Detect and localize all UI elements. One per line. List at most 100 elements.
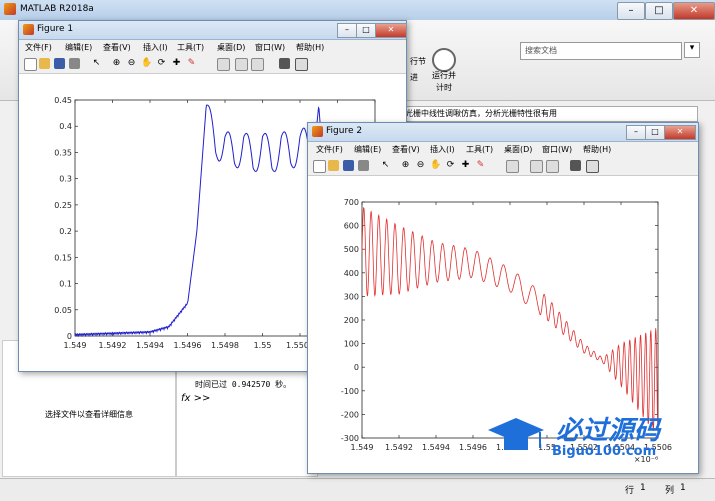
- select-arrow-icon[interactable]: ↖: [91, 58, 102, 69]
- figure1-toolbar: ↖ ⊕ ⊖ ✋ ⟳ ✚ ✎: [19, 55, 406, 74]
- new-figure-icon[interactable]: [24, 58, 37, 71]
- figure1-title-bar[interactable]: Figure 1 – □ ✕: [19, 21, 407, 40]
- current-folder-bar[interactable]: 光栅中线性调啾仿真，分析光栅特性很有用: [400, 106, 698, 122]
- command-window[interactable]: 时间已过 0.942570 秒。 fx >>: [176, 370, 318, 477]
- colorbar-icon[interactable]: [530, 160, 543, 173]
- link-plot-icon[interactable]: [506, 160, 519, 173]
- search-input[interactable]: 搜索文档: [520, 42, 682, 60]
- matlab-logo-icon: [4, 3, 16, 15]
- menu-view[interactable]: 查看(V): [392, 144, 420, 155]
- show-tools-icon[interactable]: [586, 160, 599, 173]
- watermark-text: 必过源码: [556, 416, 661, 446]
- menu-tools[interactable]: 工具(T): [466, 144, 493, 155]
- y-tick-label: -300: [341, 434, 359, 443]
- y-tick-label: 200: [344, 316, 359, 325]
- figure-icon: [23, 24, 34, 35]
- figure2-title: Figure 2: [326, 126, 363, 136]
- filter-icon[interactable]: ▾: [684, 42, 700, 58]
- zoom-out-icon[interactable]: ⊖: [126, 58, 137, 69]
- save-icon[interactable]: [54, 58, 65, 69]
- row-value: 1: [640, 483, 646, 493]
- maximize-icon[interactable]: □: [356, 23, 376, 38]
- menu-edit[interactable]: 编辑(E): [354, 144, 381, 155]
- main-window-title: MATLAB R2018a: [20, 4, 94, 14]
- figure2-title-bar[interactable]: Figure 2 – □ ✕: [308, 123, 698, 142]
- open-icon[interactable]: [39, 58, 50, 69]
- y-tick-label: 0.1: [59, 280, 72, 289]
- maximize-icon[interactable]: □: [645, 2, 673, 20]
- menu-insert[interactable]: 插入(I): [143, 42, 168, 53]
- command-output: 时间已过 0.942570 秒。: [195, 380, 292, 389]
- menu-file[interactable]: 文件(F): [316, 144, 343, 155]
- run-and-time-icon[interactable]: [432, 48, 456, 72]
- menu-desktop[interactable]: 桌面(D): [217, 42, 245, 53]
- y-tick-label: 700: [344, 198, 359, 207]
- status-bar: 行 1 列 1: [0, 478, 715, 501]
- close-icon[interactable]: ✕: [673, 2, 715, 20]
- figure2-toolbar: ↖ ⊕ ⊖ ✋ ⟳ ✚ ✎: [308, 157, 698, 176]
- minimize-icon[interactable]: –: [337, 23, 357, 38]
- menu-window[interactable]: 窗口(W): [255, 42, 285, 53]
- brush-icon[interactable]: ✎: [475, 160, 486, 171]
- x-tick-label: 1.5494: [136, 341, 164, 350]
- close-icon[interactable]: ✕: [375, 23, 407, 38]
- x-tick-label: 1.549: [64, 341, 87, 350]
- x-tick-label: 1.549: [351, 443, 374, 452]
- rotate-icon[interactable]: ⟳: [445, 160, 456, 171]
- y-tick-label: 0.4: [59, 122, 72, 131]
- menu-help[interactable]: 帮助(H): [583, 144, 611, 155]
- run-and-time-label-1[interactable]: 运行并: [432, 70, 456, 81]
- minimize-icon[interactable]: –: [626, 125, 646, 140]
- y-tick-label: 0.2: [59, 227, 72, 236]
- brush-icon[interactable]: ✎: [186, 58, 197, 69]
- row-label: 行: [625, 486, 635, 496]
- run-section-label[interactable]: 行节: [410, 56, 426, 67]
- menu-edit[interactable]: 编辑(E): [65, 42, 92, 53]
- zoom-in-icon[interactable]: ⊕: [111, 58, 122, 69]
- menu-window[interactable]: 窗口(W): [542, 144, 572, 155]
- data-cursor-icon[interactable]: ✚: [460, 160, 471, 171]
- menu-tools[interactable]: 工具(T): [177, 42, 204, 53]
- run-and-time-label-2[interactable]: 计时: [436, 82, 452, 93]
- hide-tools-icon[interactable]: [570, 160, 581, 171]
- legend-icon[interactable]: [546, 160, 559, 173]
- new-figure-icon[interactable]: [313, 160, 326, 173]
- x-tick-label: 1.5498: [211, 341, 239, 350]
- link-plot-icon[interactable]: [217, 58, 230, 71]
- main-title-bar[interactable]: MATLAB R2018a – □ ✕: [0, 0, 715, 21]
- show-tools-icon[interactable]: [295, 58, 308, 71]
- minimize-icon[interactable]: –: [617, 2, 645, 20]
- hide-tools-icon[interactable]: [279, 58, 290, 69]
- y-tick-label: 400: [344, 269, 359, 278]
- pan-icon[interactable]: ✋: [141, 58, 152, 69]
- menu-insert[interactable]: 插入(I): [430, 144, 455, 155]
- print-icon[interactable]: [69, 58, 80, 69]
- legend-icon[interactable]: [251, 58, 264, 71]
- watermark-logo: 必过源码 Biguo100.com: [482, 408, 702, 468]
- menu-desktop[interactable]: 桌面(D): [504, 144, 532, 155]
- menu-file[interactable]: 文件(F): [25, 42, 52, 53]
- close-icon[interactable]: ✕: [664, 125, 696, 140]
- search-placeholder: 搜索文档: [525, 46, 557, 55]
- y-tick-label: 0.05: [54, 306, 72, 315]
- zoom-in-icon[interactable]: ⊕: [400, 160, 411, 171]
- print-icon[interactable]: [358, 160, 369, 171]
- x-tick-label: 1.5494: [422, 443, 450, 452]
- y-tick-label: 600: [344, 222, 359, 231]
- maximize-icon[interactable]: □: [645, 125, 665, 140]
- select-arrow-icon[interactable]: ↖: [380, 160, 391, 171]
- y-tick-label: 0: [354, 363, 359, 372]
- colorbar-icon[interactable]: [235, 58, 248, 71]
- command-prompt[interactable]: fx >>: [181, 393, 210, 404]
- menu-help[interactable]: 帮助(H): [296, 42, 324, 53]
- zoom-out-icon[interactable]: ⊖: [415, 160, 426, 171]
- x-tick-label: 1.5492: [99, 341, 127, 350]
- advance-label[interactable]: 进: [410, 72, 418, 83]
- figure-icon: [312, 126, 323, 137]
- open-icon[interactable]: [328, 160, 339, 171]
- menu-view[interactable]: 查看(V): [103, 42, 131, 53]
- pan-icon[interactable]: ✋: [430, 160, 441, 171]
- rotate-icon[interactable]: ⟳: [156, 58, 167, 69]
- save-icon[interactable]: [343, 160, 354, 171]
- data-cursor-icon[interactable]: ✚: [171, 58, 182, 69]
